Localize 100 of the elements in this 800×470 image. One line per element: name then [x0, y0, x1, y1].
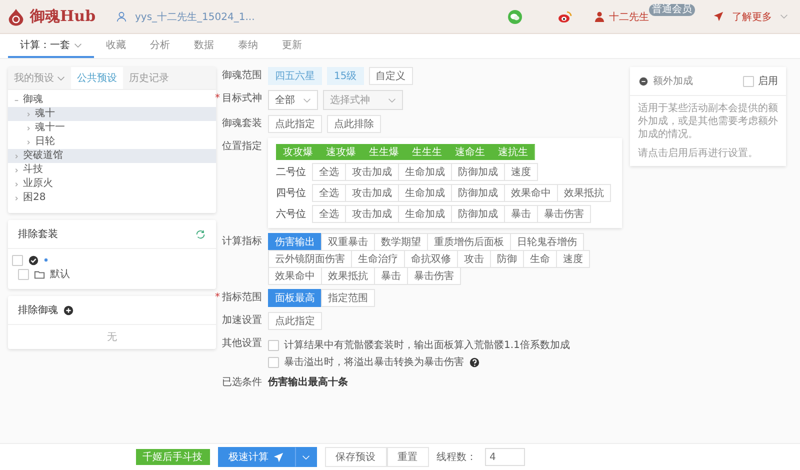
more-link[interactable]: 了解更多 — [732, 10, 772, 24]
checkbox[interactable] — [268, 340, 279, 350]
chosen-value: 伤害输出最高十条 — [268, 375, 348, 390]
threads-input[interactable]: 4 — [484, 448, 524, 466]
caret-icon — [14, 182, 19, 186]
metric-option[interactable]: 攻击 — [457, 250, 491, 268]
nav-tab[interactable]: 数据 — [182, 34, 226, 58]
metric-option[interactable]: 数学期望 — [374, 233, 428, 251]
metric-option[interactable]: 重质增伤后面板 — [427, 233, 511, 251]
pick-button[interactable]: 点此指定 — [268, 115, 322, 133]
dropdown-button[interactable] — [294, 447, 316, 467]
metric-option[interactable]: 效果命中 — [268, 267, 322, 285]
checkbox[interactable] — [18, 268, 29, 280]
eye-logo-icon[interactable] — [558, 10, 572, 24]
range-option[interactable]: 面板最高 — [268, 289, 322, 307]
option-text: 计算结果中有荒骷髅套装时，输出面板算入荒骷髅1.1倍系数加成 — [284, 338, 570, 352]
field-label: 位置指定 — [224, 140, 262, 154]
required-mark: * — [215, 291, 220, 305]
refresh-icon[interactable] — [195, 228, 206, 240]
description-text: 适用于某些活动副本会提供的额外加成，或是其他需要考虑额外加成的情况。 — [638, 102, 778, 141]
tree-item[interactable]: 魂十 — [8, 107, 216, 121]
caret-icon — [26, 140, 31, 144]
tree-item[interactable]: 突破道馆 — [8, 149, 216, 163]
attribute-option[interactable]: 暴击伤害 — [537, 205, 591, 223]
hint-text: 请点击启用后再进行设置。 — [638, 147, 759, 160]
empty-text: 无 — [106, 331, 118, 345]
metric-option[interactable]: 速度 — [556, 250, 590, 268]
slot-label: 六号位 — [276, 208, 307, 220]
metric-option[interactable]: 日轮鬼吞增伤 — [510, 233, 584, 251]
metric-option[interactable]: 暴击 — [374, 267, 408, 285]
caret-icon — [14, 98, 19, 102]
threads-label: 线程数： — [436, 450, 476, 464]
tree-item[interactable]: 日轮 — [8, 135, 216, 149]
logo-icon — [8, 8, 24, 26]
tree-item[interactable]: 业原火 — [8, 177, 216, 191]
checkbox[interactable] — [268, 356, 279, 368]
attribute-option[interactable]: 攻击加成 — [345, 163, 399, 181]
pick-button[interactable]: 点此指定 — [268, 312, 322, 330]
panel-title: 额外加成 — [653, 74, 693, 88]
required-mark: * — [215, 92, 220, 106]
metric-option[interactable]: 暴击伤害 — [407, 267, 461, 285]
metric-option[interactable]: 生命 — [523, 250, 557, 268]
nav-tab[interactable]: 分析 — [138, 34, 182, 58]
attribute-option[interactable]: 全选 — [312, 184, 346, 202]
panel-title: 排除套装 — [18, 228, 58, 241]
help-icon[interactable] — [469, 356, 480, 368]
chat-icon[interactable] — [508, 10, 522, 24]
logo-text: 御魂Hub — [30, 7, 96, 26]
attribute-option[interactable]: 全选 — [312, 205, 346, 223]
metric-option[interactable]: 伤害输出 — [268, 233, 322, 251]
attribute-option[interactable]: 防御加成 — [451, 205, 505, 223]
field-label: 已选条件 — [224, 376, 262, 390]
attribute-option[interactable]: 生命加成 — [398, 163, 452, 181]
preset-tab[interactable]: 公共预设 — [71, 67, 123, 89]
attribute-option[interactable]: 攻击加成 — [345, 184, 399, 202]
slot-label: 二号位 — [276, 166, 307, 178]
attribute-option[interactable]: 生命加成 — [398, 184, 452, 202]
tree-item[interactable]: 斗技 — [8, 163, 216, 177]
option-text: 暴击溢出时，将溢出暴击转换为暴击伤害 — [284, 356, 464, 369]
tree-item[interactable]: 困28 — [8, 191, 216, 205]
caret-icon — [14, 168, 19, 172]
metric-option[interactable]: 双重暴击 — [321, 233, 375, 251]
attribute-option[interactable]: 防御加成 — [451, 163, 505, 181]
metric-option[interactable]: 防御 — [490, 250, 524, 268]
member-badge: 普通会员 — [649, 4, 695, 16]
compute-button[interactable]: 极速计算 — [218, 447, 294, 467]
attribute-option[interactable]: 攻击加成 — [345, 205, 399, 223]
metric-option[interactable]: 命抗双修 — [404, 250, 458, 268]
attribute-option[interactable]: 效果抵抗 — [557, 184, 611, 202]
user-icon — [116, 11, 127, 22]
set-name: 默认 — [50, 268, 70, 281]
select-field[interactable]: 全部 — [268, 90, 318, 110]
nav-tab[interactable]: 计算：一套 — [8, 34, 94, 58]
checkbox[interactable] — [743, 76, 754, 86]
attribute-option[interactable]: 速度 — [504, 163, 538, 181]
nav-tab[interactable]: 收藏 — [94, 34, 138, 58]
plus-circle-icon[interactable] — [63, 304, 74, 316]
save-preset-button[interactable]: 保存预设 — [324, 447, 386, 467]
attribute-option[interactable]: 生命加成 — [398, 205, 452, 223]
attribute-option[interactable]: 效果命中 — [504, 184, 558, 202]
pick-button[interactable]: 点此排除 — [327, 115, 381, 133]
caret-icon — [26, 126, 31, 130]
tree-item[interactable]: 魂十一 — [8, 121, 216, 135]
nav-tab[interactable]: 泰纳 — [226, 34, 270, 58]
range-option[interactable]: 自定义 — [368, 67, 413, 85]
reset-button[interactable]: 重置 — [386, 447, 428, 467]
attribute-option[interactable]: 防御加成 — [451, 184, 505, 202]
metric-option[interactable]: 生命治疗 — [351, 250, 405, 268]
chevron-down-icon — [303, 98, 311, 102]
checkbox[interactable] — [12, 254, 23, 266]
metric-option[interactable]: 效果抵抗 — [321, 267, 375, 285]
caret-icon — [14, 154, 19, 158]
user-name[interactable]: 十二先生 — [609, 10, 649, 24]
nav-tab[interactable]: 更新 — [270, 34, 314, 58]
checkbox-label: 启用 — [758, 74, 778, 88]
metric-option[interactable]: 云外镜阴面伤害 — [268, 250, 352, 268]
tree-item[interactable]: 御魂 — [8, 93, 216, 107]
attribute-option[interactable]: 暴击 — [504, 205, 538, 223]
attribute-option[interactable]: 全选 — [312, 163, 346, 181]
range-option[interactable]: 指定范围 — [321, 289, 375, 307]
